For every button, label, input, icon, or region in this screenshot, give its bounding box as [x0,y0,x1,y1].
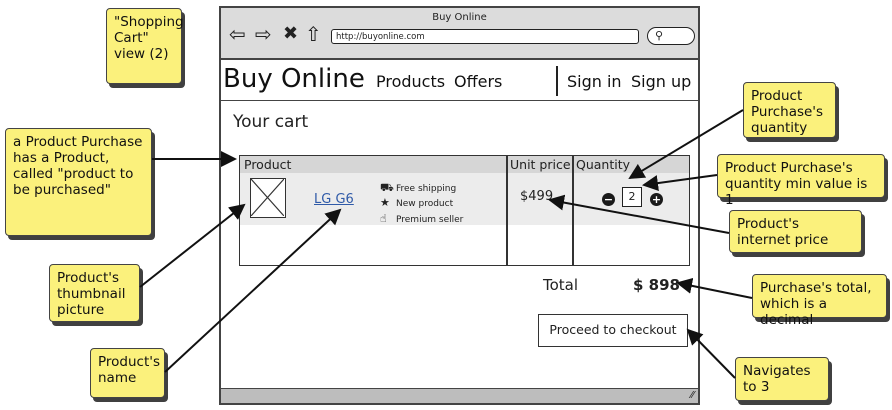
col-quantity: Quantity [576,157,631,172]
total-value: $ 898 [633,276,680,294]
search-box[interactable]: ⚲ [647,27,695,45]
header-rule [221,100,698,101]
product-name-link[interactable]: LG G6 [314,192,354,207]
browser-window: Buy Online ⇦ ⇨ ✖ ⇧ http://buyonline.com … [219,6,700,405]
note-product-name: Product's name [90,348,165,398]
unit-price: $499 [520,189,554,204]
column-divider [572,156,574,265]
feature-premium-seller: ☝ Premium seller [380,212,464,226]
thumbs-up-icon: ☝ [380,212,387,225]
nav-divider [556,66,558,96]
nav-offers[interactable]: Offers [454,72,502,91]
note-total-decimal: Purchase's total, which is a decimal [752,274,887,328]
sign-up-link[interactable]: Sign up [631,72,691,91]
column-divider [506,156,508,265]
note-product-purchase: a Product Purchase has a Product, called… [5,128,152,236]
resize-grip-icon[interactable]: ⁄⁄ [691,389,694,403]
checkout-button[interactable]: Proceed to checkout [538,314,688,347]
cart-title: Your cart [233,112,309,132]
note-navigates: Navigates to 3 [735,357,829,401]
truck-icon: ⛟ [380,181,394,194]
sign-in-link[interactable]: Sign in [567,72,622,91]
total-label: Total [543,276,579,294]
stop-icon[interactable]: ✖ [283,24,298,44]
note-quantity-min: Product Purchase's quantity min value is… [717,154,885,208]
brand-logo[interactable]: Buy Online [223,64,365,94]
col-unit-price: Unit price [510,157,571,172]
quantity-input[interactable]: 2 [622,187,642,207]
note-internet-price: Product's internet price [729,210,862,253]
status-bar: ⁄⁄ [221,388,698,403]
star-icon: ★ [380,196,390,209]
col-product: Product [244,157,292,172]
back-arrow-icon[interactable]: ⇦ [229,24,246,44]
nav-products[interactable]: Products [376,72,445,91]
feature-new-product: ★ New product [380,196,454,210]
home-icon[interactable]: ⇧ [305,24,322,44]
note-shopping-cart-view: "Shopping Cart" view (2) [106,8,184,84]
feature-free-shipping: ⛟ Free shipping [380,181,457,195]
forward-arrow-icon[interactable]: ⇨ [255,24,272,44]
note-thumbnail: Product's thumbnail picture [49,264,140,322]
minus-icon[interactable]: − [602,193,615,206]
url-bar[interactable]: http://buyonline.com [331,29,639,44]
title-bar: Buy Online ⇦ ⇨ ✖ ⇧ http://buyonline.com … [221,8,698,60]
window-title: Buy Online [432,12,487,23]
image-placeholder-icon [250,178,286,218]
cart-table: Product Unit price Quantity LG G6 ⛟ Free … [239,155,690,266]
table-header: Product Unit price Quantity [240,156,689,174]
search-icon: ⚲ [655,29,664,42]
plus-icon[interactable]: + [650,193,663,206]
note-quantity: Product Purchase's quantity [743,82,836,138]
